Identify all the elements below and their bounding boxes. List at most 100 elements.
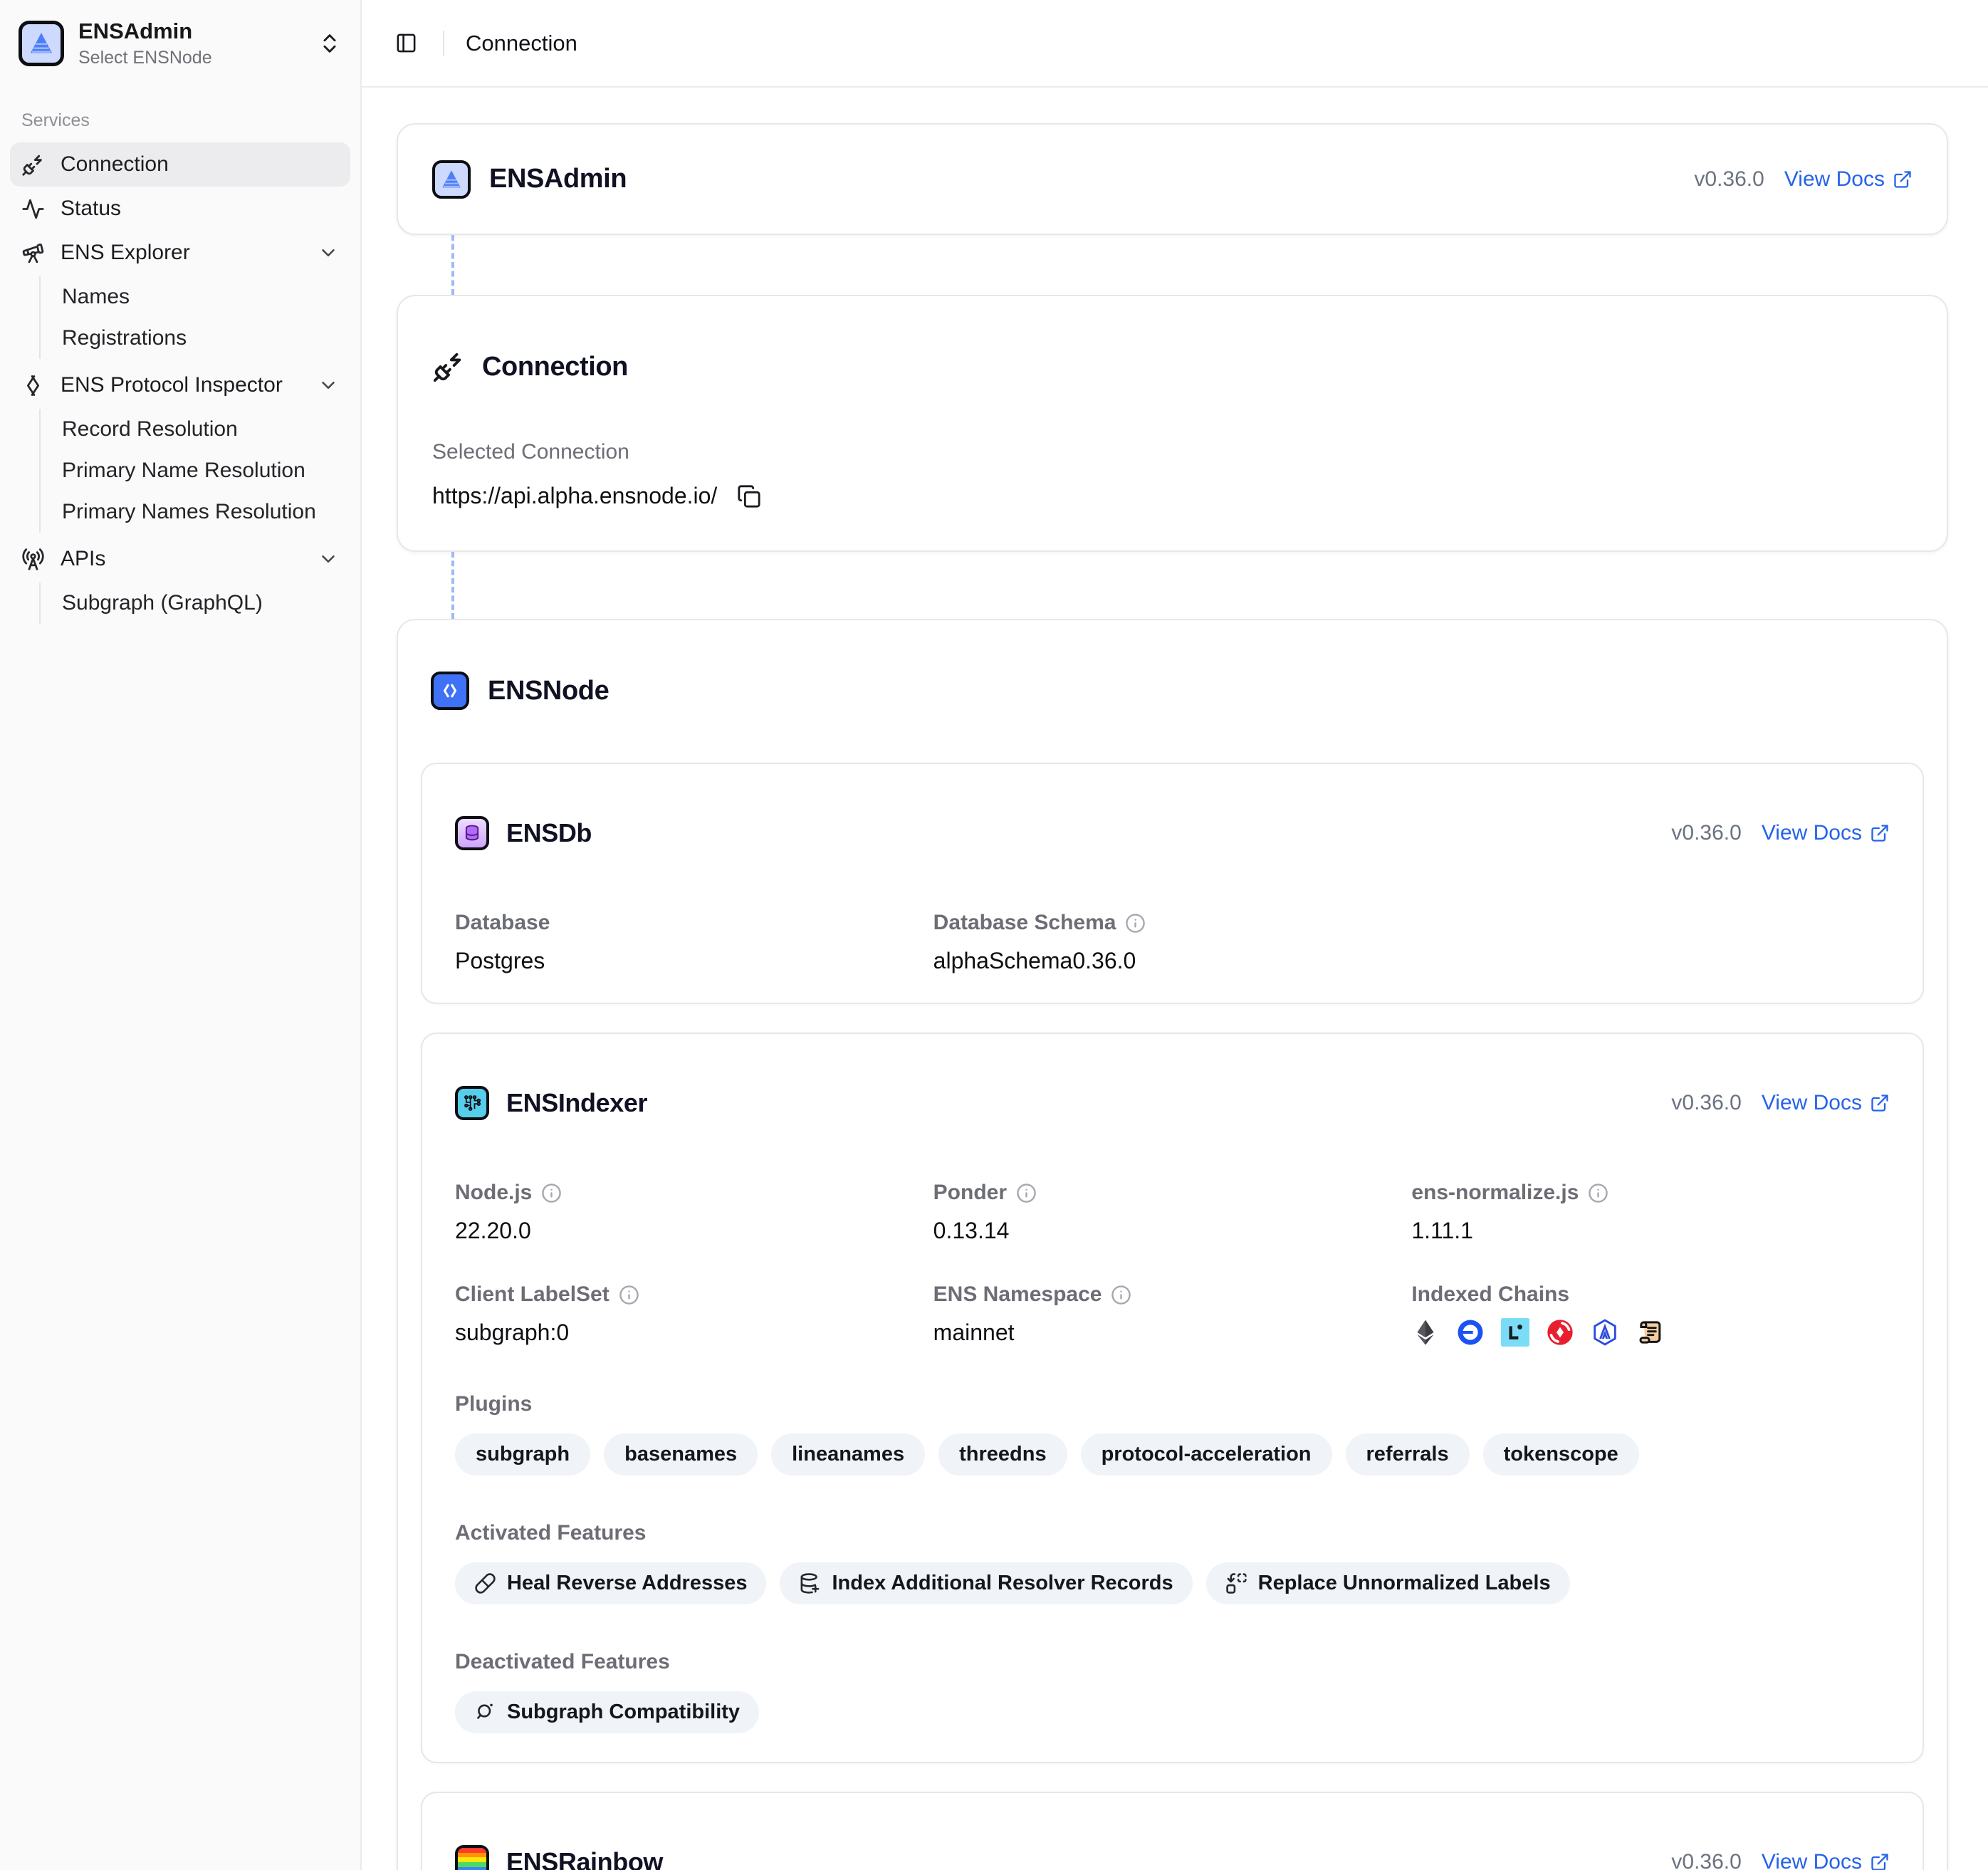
breadcrumb: Connection [466,31,577,56]
ens-diamond-icon [21,374,45,397]
version-badge: v0.36.0 [1694,167,1764,192]
field-value: 0.13.14 [933,1218,1412,1244]
version-badge: v0.36.0 [1671,821,1741,845]
field-label: ens-normalize.js [1411,1181,1890,1205]
content: ENSAdmin v0.36.0 View Docs Connection Se… [362,88,1988,1870]
circuit-icon [462,1093,482,1113]
sidebar-item-label: Status [61,197,121,221]
linea-icon [1501,1318,1529,1347]
topbar-divider [443,31,444,56]
plugins-label: Plugins [455,1392,1890,1416]
base-icon [1456,1318,1485,1347]
plug-zap-icon [432,350,465,383]
external-link-icon [1870,823,1890,843]
card-title: ENSDb [506,818,592,848]
field-value: alphaSchema0.36.0 [933,948,1412,974]
plug-zap-icon [21,153,45,177]
info-icon[interactable] [1111,1285,1131,1305]
plugin-badge: subgraph [455,1433,590,1475]
info-icon[interactable] [1588,1183,1608,1203]
ensdb-logo [455,816,489,850]
ens-explorer-subitems: NamesRegistrations [39,276,350,359]
plugin-badge: lineanames [771,1433,925,1475]
view-docs-link[interactable]: View Docs [1762,1850,1890,1870]
view-docs-link[interactable]: View Docs [1784,167,1913,192]
chevron-down-icon [318,242,339,263]
field-label: Database Schema [933,911,1412,935]
info-icon[interactable] [541,1183,562,1203]
card-title: Connection [482,352,628,382]
field-label: Client LabelSet [455,1283,933,1307]
field-value: 22.20.0 [455,1218,933,1244]
version-badge: v0.36.0 [1671,1850,1741,1870]
connection-card: Connection Selected Connection https://a… [397,295,1948,552]
sidebar-subitem[interactable]: Registrations [41,318,350,359]
sidebar-subitem[interactable]: Primary Names Resolution [41,491,350,533]
ensrainbow-card: ENSRainbow v0.36.0 View Docs Se [421,1792,1924,1870]
version-badge: v0.36.0 [1671,1091,1741,1115]
sidebar-item-label: APIs [61,547,105,571]
sidebar-subitem[interactable]: Names [41,276,350,318]
sidebar: ENSAdmin Select ENSNode Services Connect… [0,0,362,1870]
apis-subitems: Subgraph (GraphQL) [39,583,350,624]
sidebar-toggle-button[interactable] [390,28,422,59]
ensnode-logo [431,672,469,710]
activated-features-list: Heal Reverse Addresses Index Additional … [455,1562,1890,1604]
field-value: Postgres [455,948,933,974]
info-icon[interactable] [1125,913,1146,934]
field-label: ENS Namespace [933,1283,1412,1307]
sidebar-item-status[interactable]: Status [10,187,350,231]
plugin-badge: threedns [938,1433,1067,1475]
pyramid-icon [439,167,464,192]
copy-icon[interactable] [737,484,761,508]
feature-badge: Index Additional Resolver Records [780,1562,1192,1604]
field-label: Database [455,911,933,935]
view-docs-link[interactable]: View Docs [1762,821,1890,845]
ensrainbow-logo [455,1845,489,1870]
card-connector-line [451,552,454,619]
panel-left-icon [395,32,417,54]
database-plus-icon [799,1572,821,1594]
plugin-badge: referrals [1346,1433,1470,1475]
chevrons-up-down-icon[interactable] [318,31,342,56]
field-label: Node.js [455,1181,933,1205]
sidebar-subitem[interactable]: Subgraph (GraphQL) [41,583,350,624]
arbitrum-icon [1591,1318,1619,1347]
info-icon[interactable] [619,1285,639,1305]
main-area: Connection ENSAdmin v0.36.0 View Docs [362,0,1988,1870]
ethereum-icon [1411,1318,1440,1347]
ensadmin-logo [432,160,471,199]
radio-tower-icon [21,548,45,571]
activated-features-label: Activated Features [455,1521,1890,1545]
activity-icon [21,197,45,221]
scroll-icon [1636,1318,1664,1347]
replace-icon [1225,1572,1247,1594]
plugins-list: subgraph basenames lineanames threedns proto… [455,1433,1890,1475]
sidebar-item-ens-protocol-inspector[interactable]: ENS Protocol Inspector [10,363,350,407]
view-docs-link[interactable]: View Docs [1762,1091,1890,1115]
sidebar-item-apis[interactable]: APIs [10,537,350,581]
plugin-badge: protocol-acceleration [1081,1433,1332,1475]
deactivated-features-label: Deactivated Features [455,1650,1890,1674]
external-link-icon [1893,169,1913,189]
field-label: Ponder [933,1181,1412,1205]
threedns-icon [1546,1318,1574,1347]
field-value: mainnet [933,1320,1412,1346]
sidebar-item-ens-explorer[interactable]: ENS Explorer [10,231,350,275]
sidebar-subitem[interactable]: Primary Name Resolution [41,450,350,491]
feature-badge: Replace Unnormalized Labels [1206,1562,1570,1604]
sidebar-subitem[interactable]: Record Resolution [41,409,350,450]
rainbow-stripes [458,1848,486,1870]
angle-brackets-icon [438,679,462,703]
ensnode-selector[interactable]: ENSAdmin Select ENSNode [10,13,350,73]
card-title: ENSNode [488,676,609,706]
plugin-badge: basenames [604,1433,758,1475]
sidebar-item-connection[interactable]: Connection [10,142,350,187]
feature-badge: Subgraph Compatibility [455,1691,759,1733]
ensadmin-card: ENSAdmin v0.36.0 View Docs [397,123,1948,235]
app-title: ENSAdmin [78,19,212,44]
info-icon[interactable] [1016,1183,1037,1203]
indexed-chains-label: Indexed Chains [1411,1283,1890,1307]
sidebar-item-label: Connection [61,152,169,177]
chevron-down-icon [318,375,339,396]
